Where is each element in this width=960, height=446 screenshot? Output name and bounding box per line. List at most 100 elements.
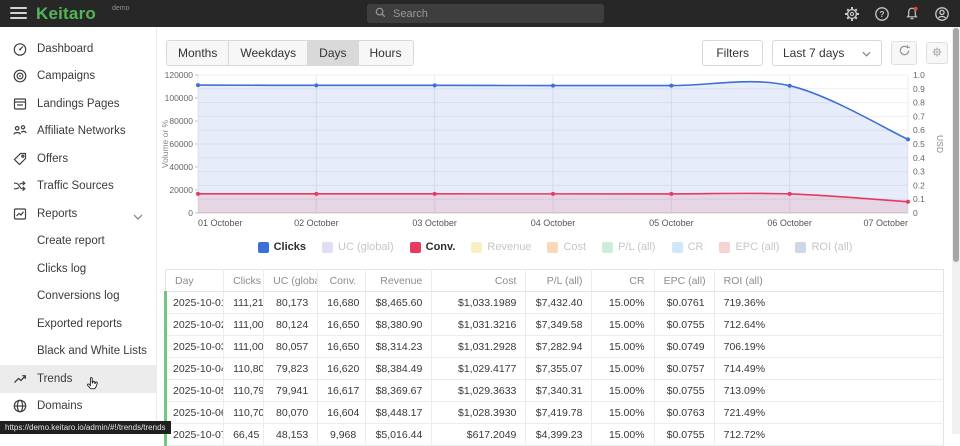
sidebar-item-label: Traffic Sources — [37, 180, 114, 192]
sidebar-item-exported-reports[interactable]: Exported reports — [0, 310, 156, 338]
legend-swatch — [795, 242, 806, 253]
column-header-clicks[interactable]: Clicks — [224, 270, 264, 292]
hamburger-menu-icon[interactable] — [10, 7, 27, 20]
cell-uc-global-: 79,941 — [264, 380, 318, 402]
profile-icon[interactable] — [933, 5, 950, 22]
cell-conv-: 9,968 — [318, 424, 366, 446]
search-icon — [375, 5, 386, 23]
tab-weekdays[interactable]: Weekdays — [229, 41, 308, 65]
cell-cost: $1,031.3216 — [432, 314, 526, 336]
legend-item-p-l-all-[interactable]: P/L (all) — [602, 241, 656, 253]
cell-revenue: $8,380.90 — [366, 314, 432, 336]
legend-label: Clicks — [274, 241, 306, 253]
notifications-icon[interactable] — [903, 5, 920, 22]
legend-label: Revenue — [487, 241, 531, 253]
app-logo[interactable]: Keitaro — [36, 0, 96, 27]
cell-roi-all-: 719.36% — [714, 292, 943, 314]
sidebar-item-black-and-white-lists[interactable]: Black and White Lists — [0, 338, 156, 366]
table-row[interactable]: 2025-10-03111,0080,05716,650$8,314.23$1,… — [166, 336, 944, 358]
column-header-p-l-all-[interactable]: P/L (all) — [526, 270, 592, 292]
table-row[interactable]: 2025-10-05110,7979,94116,617$8,369.67$1,… — [166, 380, 944, 402]
legend-label: P/L (all) — [618, 241, 656, 253]
sidebar-item-conversions-log[interactable]: Conversions log — [0, 283, 156, 311]
sidebar-item-traffic-sources[interactable]: Traffic Sources — [0, 173, 156, 201]
sidebar-item-dashboard[interactable]: Dashboard — [0, 35, 156, 63]
scrollbar-thumb[interactable] — [953, 28, 959, 262]
cell-clicks: 110,79 — [224, 380, 264, 402]
trends-table: DayClicksUC (global)Conv.RevenueCostP/L … — [164, 269, 944, 446]
chevron-down-icon — [862, 46, 871, 60]
topbar-icons: ? — [843, 0, 950, 27]
search-input[interactable]: Search — [367, 4, 604, 23]
legend-item-clicks[interactable]: Clicks — [258, 241, 306, 253]
cell-clicks: 66,45 — [224, 424, 264, 446]
sidebar-item-label: Landings Pages — [37, 98, 119, 110]
cell-uc-global-: 80,124 — [264, 314, 318, 336]
sidebar-item-create-report[interactable]: Create report — [0, 228, 156, 256]
legend-item-cost[interactable]: Cost — [547, 241, 586, 253]
column-header-conv-[interactable]: Conv. — [318, 270, 366, 292]
filters-button[interactable]: Filters — [702, 40, 763, 66]
cell-clicks: 111,00 — [224, 314, 264, 336]
tab-days[interactable]: Days — [308, 41, 358, 65]
column-header-uc-global-[interactable]: UC (global) — [264, 270, 318, 292]
sidebar-item-campaigns[interactable]: Campaigns — [0, 63, 156, 91]
table-row[interactable]: 2025-10-01111,2180,17316,680$8,465.60$1,… — [166, 292, 944, 314]
column-header-epc-all-[interactable]: EPC (all) — [654, 270, 714, 292]
table-row[interactable]: 2025-10-06110,7080,07016,604$8,448.17$1,… — [166, 402, 944, 424]
refresh-button[interactable] — [891, 41, 917, 65]
sidebar-item-clicks-log[interactable]: Clicks log — [0, 255, 156, 283]
svg-text:80000: 80000 — [169, 116, 193, 126]
svg-text:0.5: 0.5 — [913, 139, 925, 149]
table-row[interactable]: 2025-10-0766,4548,1539,968$5,016.44$617.… — [166, 424, 944, 446]
sidebar-item-label: Campaigns — [37, 70, 95, 82]
cell-p-l-all-: $7,282.94 — [526, 336, 592, 358]
legend-item-cr[interactable]: CR — [672, 241, 704, 253]
column-header-cr[interactable]: CR — [592, 270, 654, 292]
svg-text:0.4: 0.4 — [913, 153, 925, 163]
sidebar-item-trends[interactable]: Trends — [0, 365, 156, 393]
sidebar-item-label: Exported reports — [37, 318, 122, 330]
legend-label: EPC (all) — [735, 241, 779, 253]
sidebar-item-label: Offers — [37, 153, 68, 165]
sidebar-item-affiliate-networks[interactable]: Affiliate Networks — [0, 118, 156, 146]
svg-text:0.9: 0.9 — [913, 84, 925, 94]
legend-swatch — [471, 242, 482, 253]
column-header-roi-all-[interactable]: ROI (all) — [714, 270, 943, 292]
tab-months[interactable]: Months — [167, 41, 229, 65]
table-row[interactable]: 2025-10-04110,8079,82316,620$8,384.49$1,… — [166, 358, 944, 380]
tab-hours[interactable]: Hours — [359, 41, 413, 65]
period-tabs: MonthsWeekdaysDaysHours — [166, 40, 414, 66]
cell-cr: 15.00% — [592, 424, 654, 446]
column-header-revenue[interactable]: Revenue — [366, 270, 432, 292]
cell-cost: $1,033.1989 — [432, 292, 526, 314]
landings-icon — [12, 96, 28, 112]
cell-revenue: $8,369.67 — [366, 380, 432, 402]
trends-chart[interactable]: 00.10.20.30.40.50.60.70.80.91.0020000400… — [158, 70, 954, 238]
legend-swatch — [322, 242, 333, 253]
legend-item-revenue[interactable]: Revenue — [471, 241, 531, 253]
svg-text:Volume or %: Volume or % — [160, 119, 170, 168]
legend-item-uc-global-[interactable]: UC (global) — [322, 241, 394, 253]
page-scrollbar[interactable] — [952, 27, 960, 434]
help-icon[interactable]: ? — [873, 5, 890, 22]
svg-text:0.2: 0.2 — [913, 180, 925, 190]
sidebar-item-landings-pages[interactable]: Landings Pages — [0, 90, 156, 118]
sidebar-item-reports[interactable]: Reports — [0, 200, 156, 228]
chart-legend: Clicks UC (global) Conv. Revenue Cost P/L (al… — [158, 241, 952, 253]
column-header-cost[interactable]: Cost — [432, 270, 526, 292]
legend-swatch — [602, 242, 613, 253]
chart-settings-button[interactable] — [926, 42, 948, 64]
legend-item-roi-all-[interactable]: ROI (all) — [795, 241, 852, 253]
date-range-select[interactable]: Last 7 days — [772, 40, 882, 66]
table-row[interactable]: 2025-10-02111,0080,12416,650$8,380.90$1,… — [166, 314, 944, 336]
sidebar-item-label: Black and White Lists — [37, 345, 147, 357]
legend-item-epc-all-[interactable]: EPC (all) — [719, 241, 779, 253]
sidebar-item-domains[interactable]: Domains — [0, 393, 156, 421]
legend-label: CR — [688, 241, 704, 253]
legend-item-conv-[interactable]: Conv. — [410, 241, 456, 253]
column-header-day[interactable]: Day — [166, 270, 224, 292]
sidebar-item-offers[interactable]: Offers — [0, 145, 156, 173]
cell-uc-global-: 80,057 — [264, 336, 318, 358]
settings-icon[interactable] — [843, 5, 860, 22]
